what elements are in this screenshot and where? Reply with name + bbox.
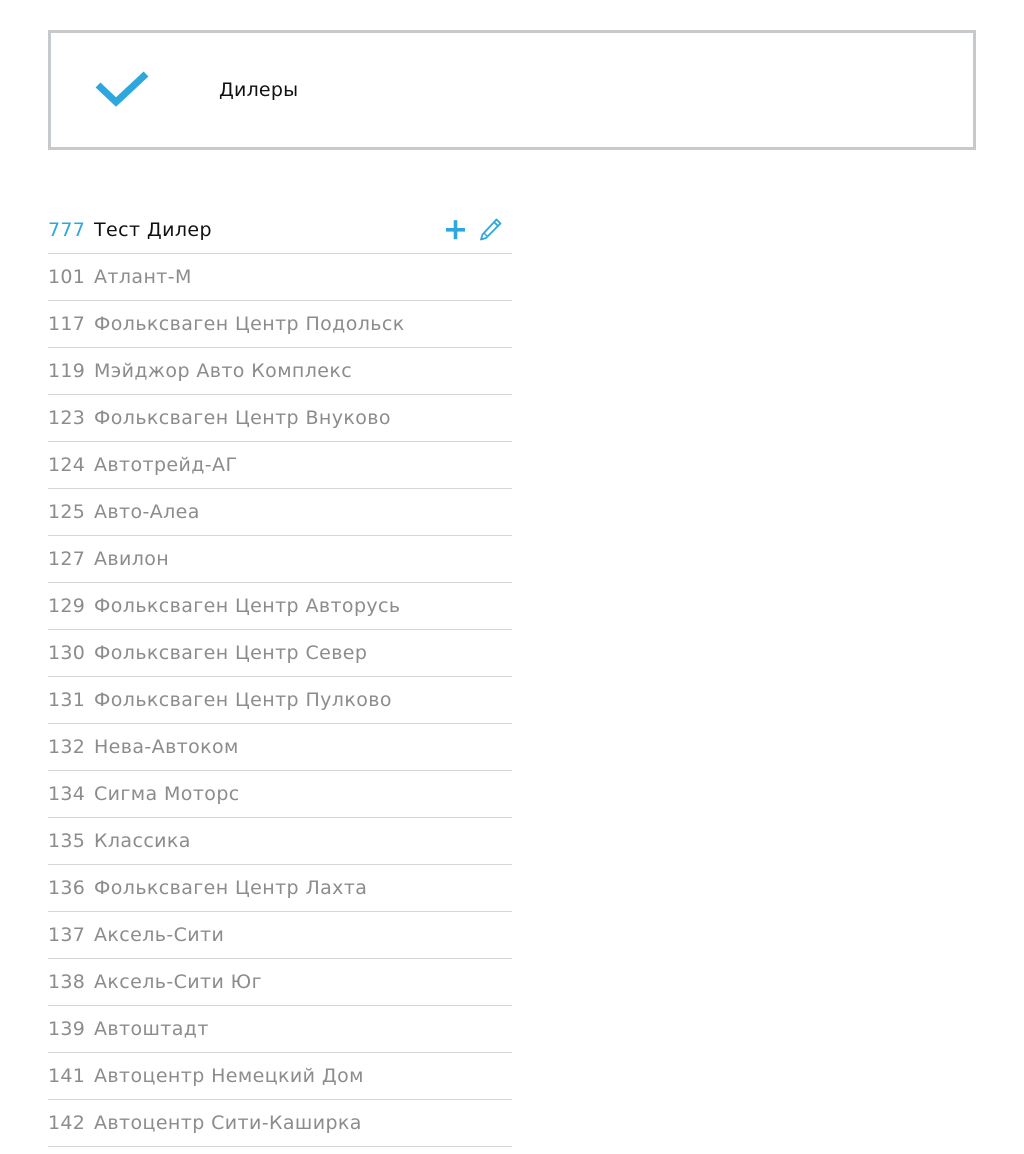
dealer-name[interactable]: Классика: [94, 830, 191, 852]
dealer-list: 777 Тест Дилер 101 Атлант-М 117 Фольксваген Ц…: [48, 207, 512, 1147]
dealer-row[interactable]: 117 Фольксваген Центр Подольск: [48, 301, 512, 348]
dealer-name[interactable]: Нева-Автоком: [94, 736, 239, 758]
dealer-row[interactable]: 142 Автоцентр Сити-Каширка: [48, 1100, 512, 1147]
check-icon[interactable]: [95, 71, 149, 107]
dealer-name[interactable]: Автотрейд-АГ: [94, 454, 237, 476]
dealer-code: 137: [48, 924, 86, 946]
dealer-code: 131: [48, 689, 86, 711]
dealer-name[interactable]: Фольксваген Центр Лахта: [94, 877, 367, 899]
dealer-code: 139: [48, 1018, 86, 1040]
dealer-row[interactable]: 119 Мэйджор Авто Комплекс: [48, 348, 512, 395]
dealer-code: 142: [48, 1112, 86, 1134]
dealer-name[interactable]: Автоцентр Сити-Каширка: [94, 1112, 362, 1134]
row-actions: [444, 217, 502, 243]
dealer-row[interactable]: 125 Авто-Алеа: [48, 489, 512, 536]
dealer-code: 135: [48, 830, 86, 852]
dealer-row[interactable]: 132 Нева-Автоком: [48, 724, 512, 771]
dealer-code: 130: [48, 642, 86, 664]
dealer-code: 141: [48, 1065, 86, 1087]
dealer-name[interactable]: Фольксваген Центр Пулково: [94, 689, 392, 711]
dealer-name[interactable]: Аксель-Сити: [94, 924, 224, 946]
dealer-name[interactable]: Фольксваген Центр Внуково: [94, 407, 391, 429]
plus-icon[interactable]: [444, 217, 468, 243]
dealer-code: 125: [48, 501, 86, 523]
dealer-name[interactable]: Фольксваген Центр Север: [94, 642, 367, 664]
dealer-name[interactable]: Автоцентр Немецкий Дом: [94, 1065, 364, 1087]
dealer-row[interactable]: 135 Классика: [48, 818, 512, 865]
dealer-row[interactable]: 777 Тест Дилер: [48, 207, 512, 254]
dealer-code: 127: [48, 548, 86, 570]
dealer-code: 134: [48, 783, 86, 805]
dealer-row[interactable]: 124 Автотрейд-АГ: [48, 442, 512, 489]
dealer-row[interactable]: 129 Фольксваген Центр Авторусь: [48, 583, 512, 630]
dealer-code: 129: [48, 595, 86, 617]
dealer-row[interactable]: 134 Сигма Моторс: [48, 771, 512, 818]
dealer-code: 123: [48, 407, 86, 429]
dealer-code: 119: [48, 360, 86, 382]
dealer-code: 136: [48, 877, 86, 899]
dealer-code: 777: [48, 219, 86, 241]
dealer-name[interactable]: Фольксваген Центр Подольск: [94, 313, 405, 335]
dealer-code: 101: [48, 266, 86, 288]
dealer-name[interactable]: Тест Дилер: [94, 219, 212, 241]
dealer-row[interactable]: 131 Фольксваген Центр Пулково: [48, 677, 512, 724]
dealer-name[interactable]: Сигма Моторс: [94, 783, 240, 805]
dealer-name[interactable]: Фольксваген Центр Авторусь: [94, 595, 401, 617]
dealer-code: 117: [48, 313, 86, 335]
dealer-name[interactable]: Автоштадт: [94, 1018, 209, 1040]
page-title: Дилеры: [219, 79, 299, 101]
dealer-name[interactable]: Авилон: [94, 548, 169, 570]
dealer-row[interactable]: 139 Автоштадт: [48, 1006, 512, 1053]
dealer-name[interactable]: Аксель-Сити Юг: [94, 971, 262, 993]
pencil-icon[interactable]: [478, 217, 502, 243]
dealer-row[interactable]: 138 Аксель-Сити Юг: [48, 959, 512, 1006]
dealer-row[interactable]: 137 Аксель-Сити: [48, 912, 512, 959]
dealer-code: 138: [48, 971, 86, 993]
dealer-name[interactable]: Мэйджор Авто Комплекс: [94, 360, 352, 382]
dealer-row[interactable]: 136 Фольксваген Центр Лахта: [48, 865, 512, 912]
dealer-name[interactable]: Атлант-М: [94, 266, 192, 288]
dealer-row[interactable]: 123 Фольксваген Центр Внуково: [48, 395, 512, 442]
dealer-code: 124: [48, 454, 86, 476]
dealer-code: 132: [48, 736, 86, 758]
dealer-name[interactable]: Авто-Алеа: [94, 501, 200, 523]
dealer-row[interactable]: 141 Автоцентр Немецкий Дом: [48, 1053, 512, 1100]
dealer-row[interactable]: 101 Атлант-М: [48, 254, 512, 301]
header-panel: Дилеры: [48, 30, 976, 150]
dealer-row[interactable]: 127 Авилон: [48, 536, 512, 583]
dealer-row[interactable]: 130 Фольксваген Центр Север: [48, 630, 512, 677]
